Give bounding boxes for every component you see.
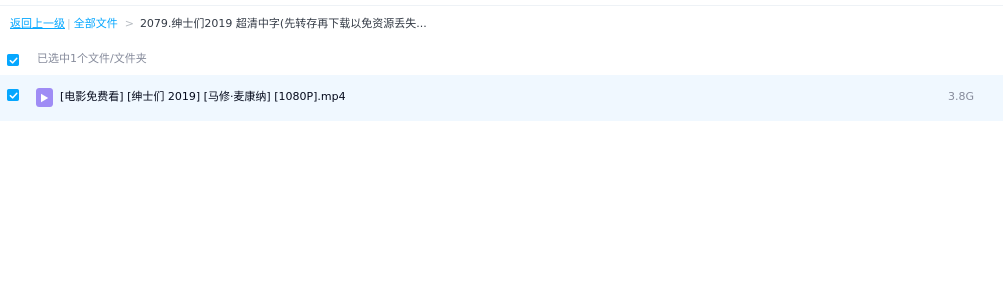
- chevron-right-icon: >: [124, 17, 134, 30]
- file-size: 3.8G: [948, 90, 975, 103]
- file-checkbox[interactable]: [7, 89, 19, 101]
- top-divider: [0, 5, 1003, 6]
- selection-summary: 已选中1个文件/文件夹: [37, 52, 147, 65]
- back-link[interactable]: 返回上一级: [10, 17, 65, 31]
- file-row[interactable]: [电影免费看] [绅士们 2019] [马修·麦康纳] [1080P].mp4 …: [0, 75, 1003, 121]
- video-file-icon: [36, 88, 53, 107]
- checkmark-icon: [9, 57, 18, 64]
- file-name[interactable]: [电影免费看] [绅士们 2019] [马修·麦康纳] [1080P].mp4: [60, 90, 346, 104]
- all-files-link[interactable]: 全部文件: [74, 17, 118, 31]
- selection-bar: 已选中1个文件/文件夹: [0, 47, 1003, 71]
- select-all-checkbox[interactable]: [7, 54, 19, 66]
- breadcrumb: 返回上一级 | 全部文件 > 2079.绅士们2019 超清中字(先转存再下载以…: [10, 17, 427, 31]
- file-browser: 返回上一级 | 全部文件 > 2079.绅士们2019 超清中字(先转存再下载以…: [0, 0, 1003, 291]
- checkmark-icon: [9, 92, 18, 99]
- play-icon: [41, 93, 49, 102]
- breadcrumb-divider: |: [67, 17, 71, 30]
- current-folder-name: 2079.绅士们2019 超清中字(先转存再下载以免资源丢失...: [139, 17, 427, 30]
